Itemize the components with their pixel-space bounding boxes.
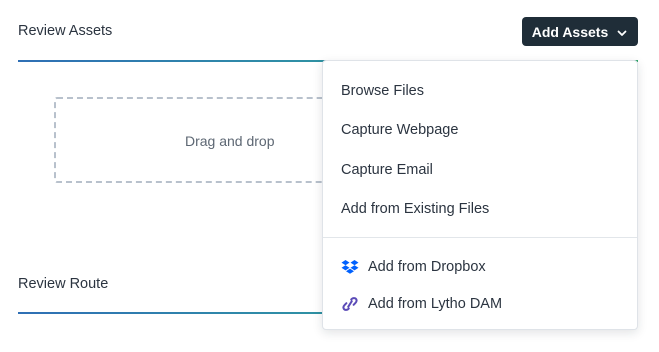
page: Review Assets Add Assets Drag and drop R… <box>0 0 659 352</box>
dropzone-text: Drag and drop <box>185 133 275 149</box>
menu-item-label: Add from Lytho DAM <box>368 296 503 312</box>
review-route-title: Review Route <box>18 276 109 292</box>
menu-item-add-from-dropbox[interactable]: Add from Dropbox <box>341 258 486 276</box>
menu-item-capture-email[interactable]: Capture Email <box>341 162 433 178</box>
chevron-down-icon <box>616 26 628 38</box>
review-assets-title: Review Assets <box>18 23 113 39</box>
add-assets-button[interactable]: Add Assets <box>522 17 638 46</box>
menu-divider <box>323 237 637 238</box>
menu-item-capture-webpage[interactable]: Capture Webpage <box>341 122 458 138</box>
add-assets-button-label: Add Assets <box>531 23 609 40</box>
dropbox-icon <box>341 258 359 276</box>
menu-item-browse-files[interactable]: Browse Files <box>341 83 424 99</box>
menu-item-add-existing-files[interactable]: Add from Existing Files <box>341 201 489 217</box>
link-icon <box>341 295 359 313</box>
add-assets-dropdown: Browse Files Capture Webpage Capture Ema… <box>322 60 638 330</box>
menu-item-label: Add from Dropbox <box>368 259 486 275</box>
menu-item-add-from-lytho-dam[interactable]: Add from Lytho DAM <box>341 295 502 313</box>
